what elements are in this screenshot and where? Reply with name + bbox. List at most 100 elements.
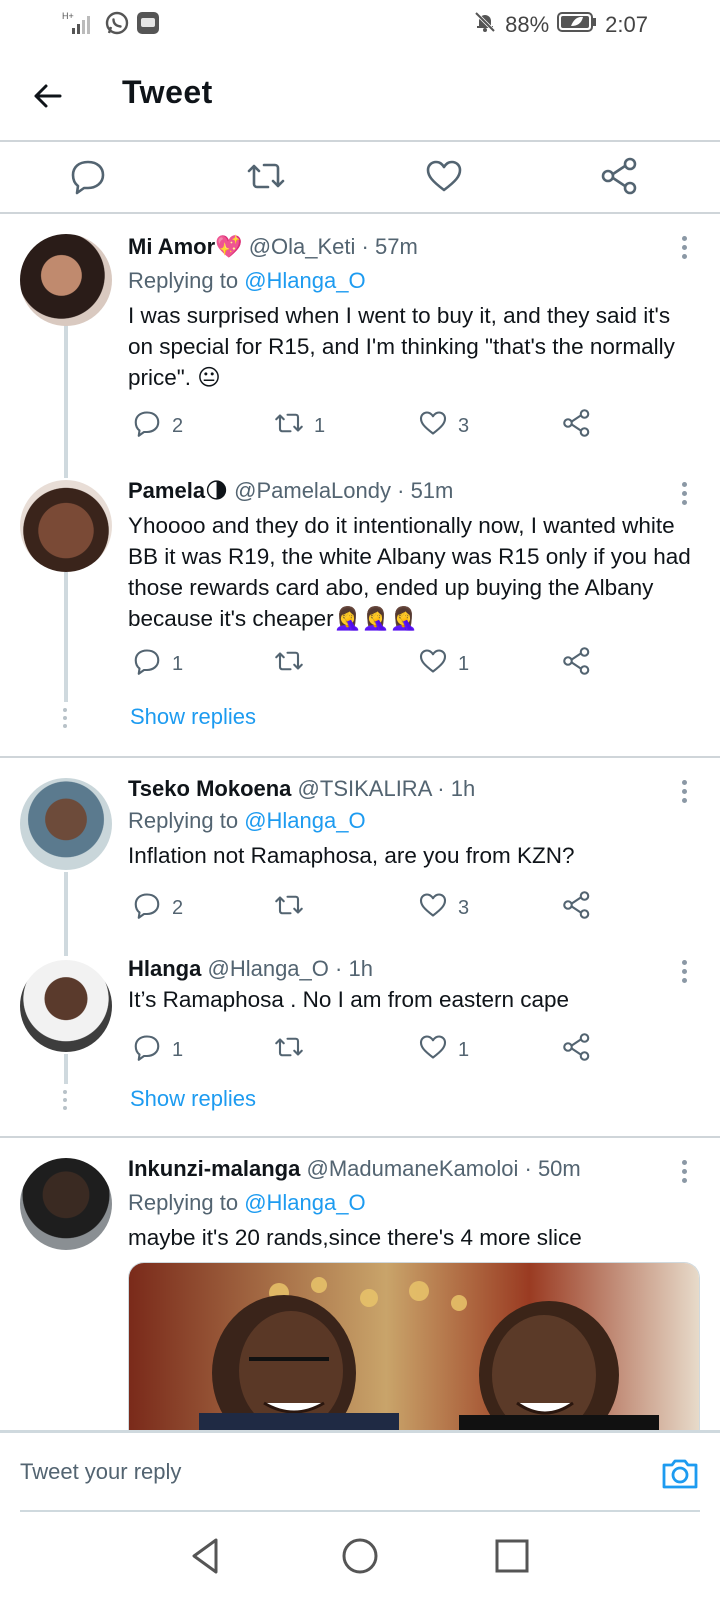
replying-to: Replying to @Hlanga_O	[128, 268, 366, 293]
like-count: 1	[458, 652, 470, 675]
huawei-app-icon	[136, 11, 160, 40]
app-bar: Tweet	[0, 48, 720, 142]
back-triangle-icon[interactable]	[186, 1536, 226, 1576]
reply-composer[interactable]: Tweet your reply	[0, 1430, 720, 1512]
tweet-header: Tseko Mokoena @TSIKALIRA · 1h	[128, 776, 475, 802]
tweet-time: · 51m	[397, 478, 454, 503]
author-name[interactable]: Pamela🌗	[128, 478, 228, 503]
show-replies-link[interactable]: Show replies	[130, 704, 256, 730]
show-replies-link[interactable]: Show replies	[130, 1086, 256, 1112]
tweet-text: Inflation not Ramaphosa, are you from KZ…	[128, 843, 575, 868]
share-button[interactable]	[562, 646, 592, 682]
share-button[interactable]	[562, 1032, 592, 1068]
page-title: Tweet	[122, 74, 213, 110]
comment-icon[interactable]	[68, 156, 108, 196]
reply-button[interactable]: 2	[132, 408, 183, 444]
author-handle[interactable]: @MadumaneKamoloi	[306, 1156, 518, 1181]
status-right: 88% 2:07	[473, 10, 648, 40]
like-button[interactable]: 1	[418, 1032, 469, 1068]
share-icon[interactable]	[600, 156, 640, 196]
retweet-button[interactable]	[274, 646, 314, 682]
more-options-icon[interactable]	[682, 1160, 688, 1187]
retweet-icon[interactable]	[246, 156, 286, 196]
share-button[interactable]	[562, 408, 592, 444]
replying-handle[interactable]: @Hlanga_O	[244, 268, 365, 293]
svg-text:H+: H+	[62, 11, 74, 21]
more-options-icon[interactable]	[682, 960, 688, 987]
status-bar: H+ 88% 2:07	[0, 0, 720, 48]
home-circle-icon[interactable]	[340, 1536, 380, 1576]
avatar[interactable]	[20, 480, 112, 572]
heart-icon	[418, 1032, 448, 1068]
replying-handle[interactable]: @Hlanga_O	[244, 1190, 365, 1215]
share-icon	[562, 646, 592, 682]
avatar[interactable]	[20, 1158, 112, 1250]
tweet-header: Pamela🌗 @PamelaLondy · 51m	[128, 478, 453, 504]
author-handle[interactable]: @Hlanga_O	[207, 956, 328, 981]
share-icon	[562, 1032, 592, 1068]
avatar[interactable]	[20, 234, 112, 326]
comment-icon	[132, 646, 162, 682]
thread-connector	[64, 1054, 68, 1084]
heart-icon	[418, 890, 448, 926]
replying-to: Replying to @Hlanga_O	[128, 1190, 366, 1215]
tweet-time: · 1h	[437, 776, 476, 801]
more-options-icon[interactable]	[682, 482, 688, 509]
reply-button[interactable]: 1	[132, 1032, 183, 1068]
photo-two-men-laughing	[129, 1263, 699, 1430]
like-count: 3	[458, 896, 470, 919]
retweet-button[interactable]	[274, 1032, 314, 1068]
thread-connector	[64, 872, 68, 956]
like-button[interactable]: 3	[418, 890, 469, 926]
system-nav-bar	[0, 1512, 720, 1600]
tweet-text: maybe it's 20 rands,since there's 4 more…	[128, 1225, 582, 1250]
author-name[interactable]: Mi Amor💖	[128, 234, 243, 259]
replying-to: Replying to @Hlanga_O	[128, 808, 366, 833]
tweet-text: Yhoooo and they do it intentionally now,…	[128, 513, 691, 631]
retweet-icon	[274, 646, 304, 682]
author-handle[interactable]: @PamelaLondy	[234, 478, 391, 503]
author-handle[interactable]: @Ola_Keti	[249, 234, 356, 259]
author-handle[interactable]: @TSIKALIRA	[298, 776, 432, 801]
reply-count: 2	[172, 414, 184, 437]
author-name[interactable]: Hlanga	[128, 956, 201, 981]
reply-count: 2	[172, 896, 184, 919]
more-options-icon[interactable]	[682, 780, 688, 807]
reply-input[interactable]: Tweet your reply	[20, 1459, 181, 1485]
share-button[interactable]	[562, 890, 592, 926]
signal-icon: H+	[62, 10, 98, 41]
more-options-icon[interactable]	[682, 236, 688, 263]
like-count: 1	[458, 1038, 470, 1061]
retweet-icon	[274, 1032, 304, 1068]
reply-count: 1	[172, 1038, 184, 1061]
more-replies-dots	[62, 1090, 68, 1114]
tweet-media-image[interactable]	[128, 1262, 700, 1430]
recents-square-icon[interactable]	[492, 1536, 532, 1576]
like-button[interactable]: 3	[418, 408, 469, 444]
battery-percent: 88%	[505, 12, 550, 37]
tweet-time: · 57m	[361, 234, 418, 259]
reply-button[interactable]: 1	[132, 646, 183, 682]
author-name[interactable]: Inkunzi-malanga	[128, 1156, 300, 1181]
author-name[interactable]: Tseko Mokoena	[128, 776, 291, 801]
avatar[interactable]	[20, 778, 112, 870]
avatar[interactable]	[20, 960, 112, 1052]
like-button[interactable]: 1	[418, 646, 469, 682]
tweet-time: · 1h	[335, 956, 373, 981]
replying-handle[interactable]: @Hlanga_O	[244, 808, 365, 833]
retweet-icon	[274, 408, 304, 444]
divider	[0, 1136, 720, 1138]
retweet-button[interactable]: 1	[274, 408, 325, 444]
status-left: H+	[62, 10, 160, 41]
comment-icon	[132, 408, 162, 444]
camera-icon[interactable]	[660, 1453, 700, 1493]
tweet-actions: 2 3	[128, 890, 688, 930]
heart-icon[interactable]	[424, 156, 464, 196]
retweet-button[interactable]	[274, 890, 314, 926]
back-arrow-icon[interactable]	[30, 78, 66, 114]
more-replies-dots	[62, 708, 68, 732]
mute-bell-icon	[473, 10, 497, 40]
comment-icon	[132, 890, 162, 926]
reply-button[interactable]: 2	[132, 890, 183, 926]
tweet-text: It’s Ramaphosa . No I am from eastern ca…	[128, 987, 570, 1012]
